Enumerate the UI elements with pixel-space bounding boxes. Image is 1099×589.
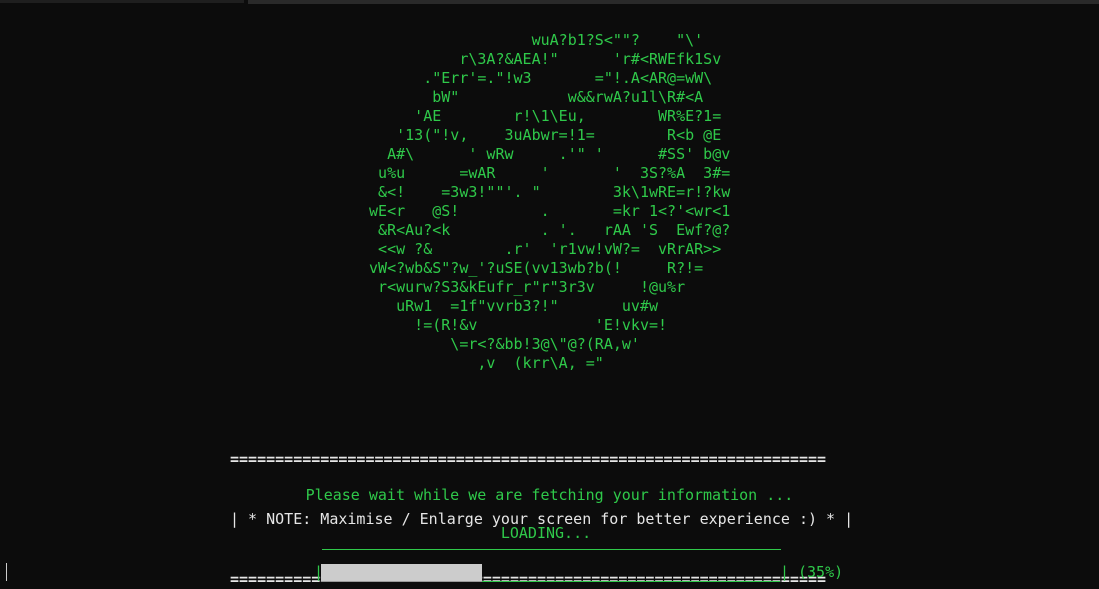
progress-fill [321, 564, 482, 582]
progress-right-bracket: | [780, 563, 790, 581]
wait-message: Please wait while we are fetching your i… [305, 486, 794, 504]
tab-strip-left [0, 0, 244, 3]
ascii-art-logo: wuA?b1?S<""? "\' r\3A?&AEA!" 'r#<RWEfk1S… [369, 31, 731, 372]
window-top-edge [0, 0, 1099, 4]
tab-strip-right [248, 0, 1099, 4]
progress-bar-top-border [322, 549, 781, 550]
progress-percent: (35%) [798, 563, 844, 581]
progress-track [321, 564, 780, 582]
loading-label: LOADING... [500, 524, 592, 542]
text-cursor [6, 563, 7, 581]
note-top-rule: ========================================… [230, 450, 827, 468]
progress-bar: | | (35%) [314, 561, 856, 583]
